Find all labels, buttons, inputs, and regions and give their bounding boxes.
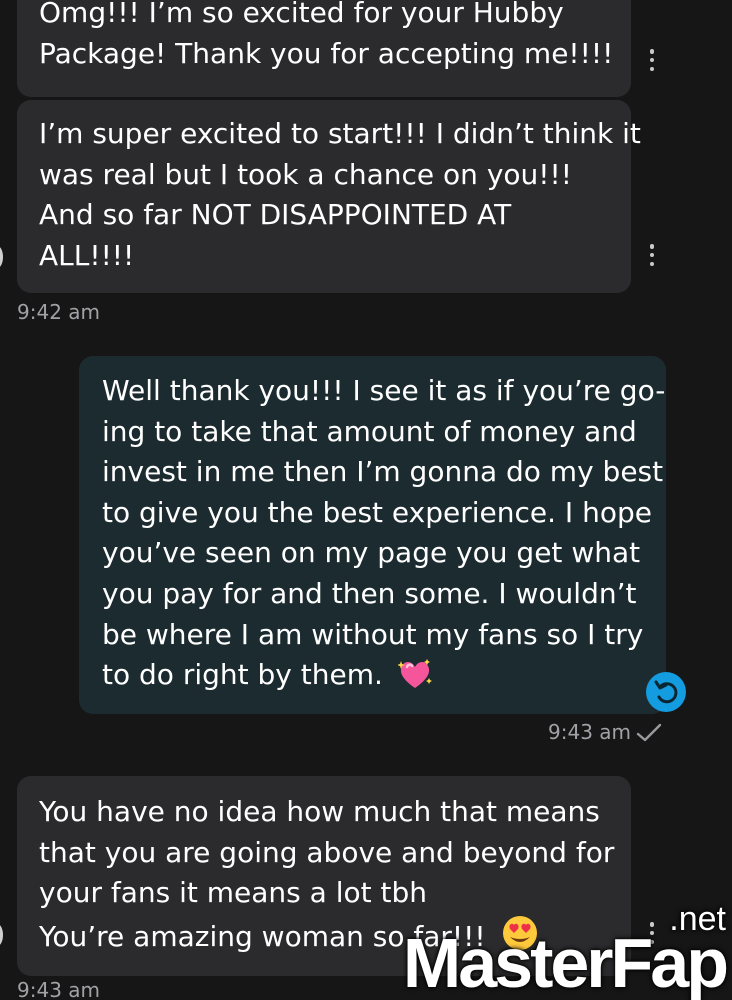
message-text-line: your fans it means a lot tbh bbox=[39, 876, 428, 910]
message-bubble-outgoing[interactable]: Well thank you!!! I see it as if you’re … bbox=[79, 356, 666, 714]
avatar-edge bbox=[0, 924, 3, 946]
more-options-icon[interactable] bbox=[649, 244, 655, 266]
message-timestamp: 9:43 am bbox=[548, 720, 632, 744]
message-text-line: Omg!!! I’m so excited for your Hubby bbox=[39, 0, 564, 29]
message-timestamp: 9:43 am bbox=[17, 978, 101, 1000]
watermark-tld: .net bbox=[669, 900, 726, 938]
sparkling-heart-emoji bbox=[397, 659, 432, 689]
message-text-line: be where I am without my fans so I try bbox=[102, 617, 644, 651]
message-text-line: to give you the best experience. I hope bbox=[102, 495, 652, 529]
message-text-line: ing to take that amount of money and bbox=[102, 414, 637, 448]
more-options-icon[interactable] bbox=[649, 49, 655, 71]
message-text-line: was real but I took a chance on you!!! bbox=[39, 157, 572, 191]
message-text-line: you pay for and then some. I wouldn’t bbox=[102, 576, 637, 610]
reply-arrow-icon bbox=[654, 680, 678, 704]
message-text-line: you’ve seen on my page you get what bbox=[102, 536, 641, 570]
avatar-edge bbox=[0, 246, 3, 268]
message-text-line: Well thank you!!! I see it as if you’re … bbox=[102, 374, 666, 407]
message-bubble-incoming[interactable]: Omg!!! I’m so excited for your Hubby Pac… bbox=[17, 0, 631, 97]
message-text-line: You have no idea how much that means bbox=[39, 795, 600, 828]
watermark-logo: .net MasterFap bbox=[402, 900, 729, 1000]
watermark-brand: MasterFap bbox=[402, 924, 729, 1000]
chat-screen: Omg!!! I’m so excited for your Hubby Pac… bbox=[0, 0, 732, 1000]
reply-button[interactable] bbox=[646, 672, 686, 712]
message-text-line: invest in me then I’m gonna do my best bbox=[102, 455, 664, 489]
message-text-line: I’m super excited to start!!! I didn’t t… bbox=[39, 117, 641, 150]
message-text-fragment: to do right by them. bbox=[102, 658, 383, 692]
message-text-line: And so far NOT DISAPPOINTED AT bbox=[39, 198, 512, 232]
message-text-line: Package! Thank you for accepting me!!!! bbox=[39, 36, 614, 70]
message-bubble-incoming[interactable]: I’m super excited to start!!! I didn’t t… bbox=[17, 100, 641, 293]
message-text-line: ALL!!!! bbox=[39, 238, 135, 272]
check-icon bbox=[636, 723, 662, 742]
message-timestamp: 9:42 am bbox=[17, 300, 101, 324]
message-text-line: that you are going above and beyond for bbox=[39, 835, 615, 869]
message-text-line: to do right by them. bbox=[102, 655, 666, 696]
